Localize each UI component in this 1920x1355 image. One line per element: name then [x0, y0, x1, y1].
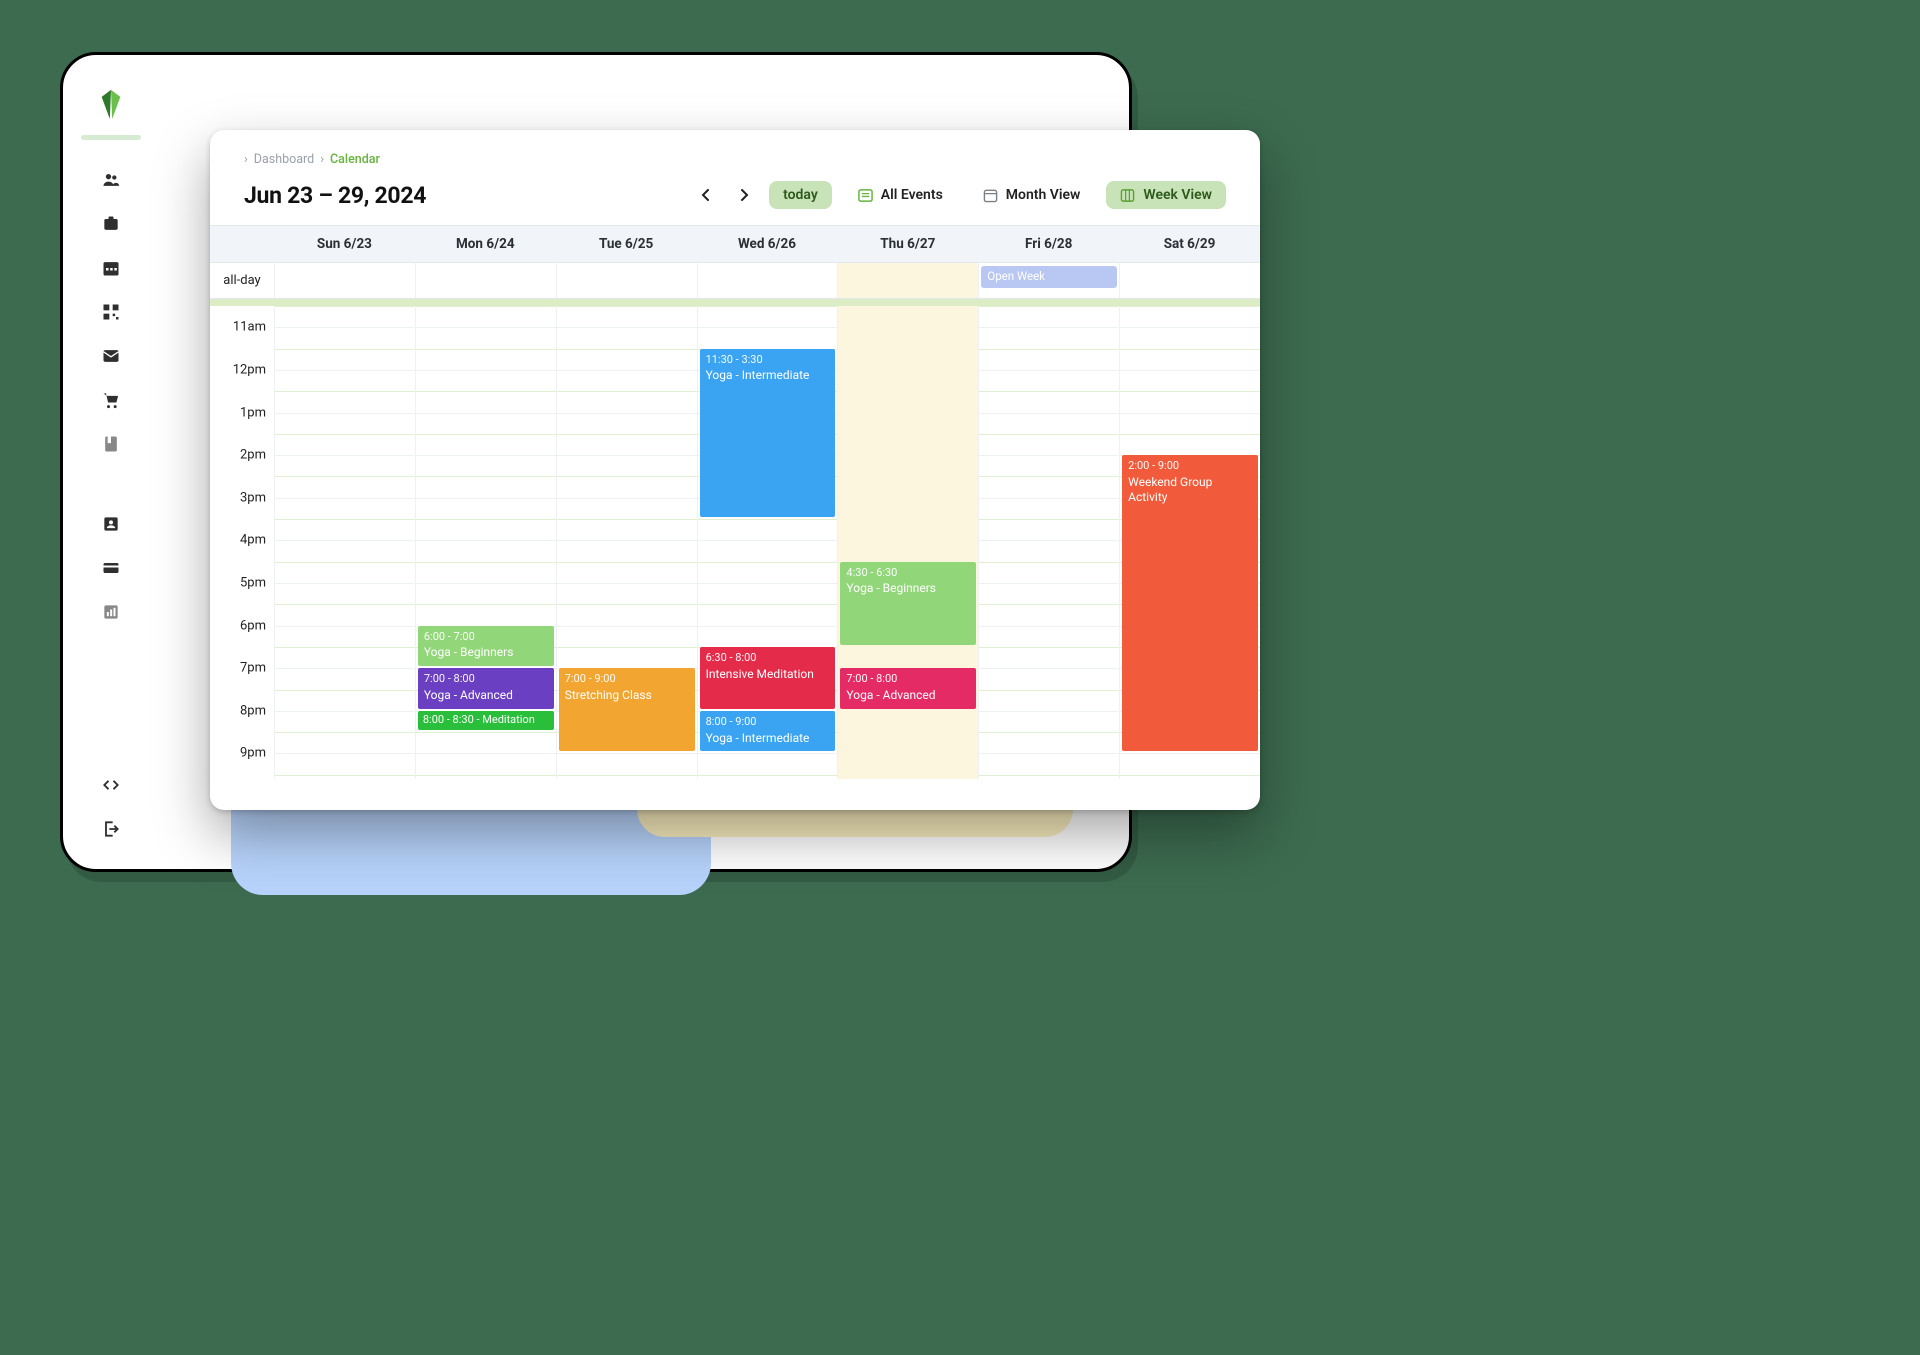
- hour-label: 8pm: [240, 703, 266, 718]
- all-day-cell[interactable]: [697, 263, 838, 298]
- calendar-event[interactable]: 7:00 - 8:00Yoga - Advanced: [418, 668, 554, 709]
- all-day-event[interactable]: Open Week: [981, 266, 1117, 288]
- day-columns: 6:00 - 7:00Yoga - Beginners7:00 - 8:00Yo…: [274, 306, 1260, 779]
- calendar-icon[interactable]: [101, 258, 121, 278]
- breadcrumb: › Dashboard › Calendar: [210, 152, 1260, 167]
- day-header-blank: [210, 226, 274, 262]
- week-icon: [1120, 188, 1135, 203]
- today-button[interactable]: today: [769, 181, 832, 209]
- code-icon[interactable]: [101, 775, 121, 795]
- calendar-event[interactable]: 6:00 - 7:00Yoga - Beginners: [418, 626, 554, 667]
- hour-label: 6pm: [240, 618, 266, 633]
- day-header: Mon 6/24: [415, 226, 556, 262]
- all-events-button[interactable]: All Events: [844, 181, 957, 209]
- calendar-event[interactable]: 7:00 - 8:00Yoga - Advanced: [840, 668, 976, 709]
- day-column[interactable]: 11:30 - 3:30Yoga - Intermediate 6:30 - 8:…: [697, 306, 838, 779]
- breadcrumb-root[interactable]: Dashboard: [254, 152, 314, 167]
- bookmark-icon[interactable]: [101, 434, 121, 454]
- time-grid[interactable]: 11am 12pm 1pm 2pm 3pm 4pm 5pm 6pm 7pm 8pm 9pm 6:00…: [210, 299, 1260, 779]
- hour-label: 9pm: [240, 746, 266, 761]
- day-column[interactable]: 2:00 - 9:00Weekend Group Activity: [1119, 306, 1260, 779]
- calendar-event[interactable]: 2:00 - 9:00Weekend Group Activity: [1122, 455, 1258, 751]
- hour-label: 1pm: [240, 405, 266, 420]
- card-icon[interactable]: [101, 558, 121, 578]
- week-view-button[interactable]: Week View: [1106, 181, 1226, 209]
- calendar-event[interactable]: 4:30 - 6:30Yoga - Beginners: [840, 562, 976, 645]
- date-range: Jun 23 – 29, 2024: [244, 182, 426, 209]
- calendar-controls: today All Events Month View Week View: [693, 181, 1226, 209]
- day-column[interactable]: 4:30 - 6:30Yoga - Beginners 7:00 - 8:00Yo…: [837, 306, 978, 779]
- month-view-label: Month View: [1006, 187, 1081, 203]
- person-box-icon[interactable]: [101, 514, 121, 534]
- people-icon[interactable]: [101, 170, 121, 190]
- day-header: Thu 6/27: [837, 226, 978, 262]
- day-header: Wed 6/26: [697, 226, 838, 262]
- all-day-cell[interactable]: [415, 263, 556, 298]
- all-day-label: all-day: [210, 263, 274, 298]
- badge-icon[interactable]: [101, 214, 121, 234]
- hour-labels: 11am 12pm 1pm 2pm 3pm 4pm 5pm 6pm 7pm 8pm 9pm: [210, 306, 274, 779]
- next-week-button[interactable]: [731, 182, 757, 208]
- chevron-right-icon: ›: [244, 152, 248, 167]
- calendar-panel: › Dashboard › Calendar Jun 23 – 29, 2024…: [210, 130, 1260, 810]
- chevron-right-icon: ›: [320, 152, 324, 167]
- app-logo: [97, 87, 125, 123]
- all-events-label: All Events: [881, 187, 943, 203]
- mail-icon[interactable]: [101, 346, 121, 366]
- all-day-cell[interactable]: [837, 263, 978, 298]
- logo-divider: [81, 135, 141, 140]
- calendar-icon: [983, 188, 998, 203]
- day-header: Sun 6/23: [274, 226, 415, 262]
- month-view-button[interactable]: Month View: [969, 181, 1095, 209]
- all-day-cell[interactable]: [556, 263, 697, 298]
- nav-mid: [101, 514, 121, 622]
- day-column[interactable]: [978, 306, 1119, 779]
- day-column[interactable]: 6:00 - 7:00Yoga - Beginners7:00 - 8:00Yo…: [415, 306, 556, 779]
- all-day-cell[interactable]: [274, 263, 415, 298]
- week-view-label: Week View: [1143, 187, 1212, 203]
- prev-week-button[interactable]: [693, 182, 719, 208]
- hour-label: 4pm: [240, 533, 266, 548]
- list-icon: [858, 188, 873, 203]
- hour-label: 3pm: [240, 490, 266, 505]
- stats-icon[interactable]: [101, 602, 121, 622]
- day-column[interactable]: [274, 306, 415, 779]
- hour-label: 7pm: [240, 661, 266, 676]
- day-header: Sat 6/29: [1119, 226, 1260, 262]
- nav-top: [101, 170, 121, 454]
- day-column[interactable]: 7:00 - 9:00Stretching Class: [556, 306, 697, 779]
- calendar-event[interactable]: 11:30 - 3:30Yoga - Intermediate: [700, 349, 836, 517]
- qr-icon[interactable]: [101, 302, 121, 322]
- calendar-event[interactable]: 8:00 - 8:30 - Meditation: [418, 711, 554, 730]
- calendar-header: Jun 23 – 29, 2024 today All Events Month…: [210, 167, 1260, 225]
- calendar-grid: Sun 6/23Mon 6/24Tue 6/25Wed 6/26Thu 6/27…: [210, 225, 1260, 779]
- calendar-event[interactable]: 8:00 - 9:00Yoga - Intermediate: [700, 711, 836, 752]
- all-day-cell[interactable]: [1119, 263, 1260, 298]
- all-day-cell[interactable]: Open Week: [978, 263, 1119, 298]
- logout-icon[interactable]: [101, 819, 121, 839]
- hour-label: 12pm: [233, 362, 266, 377]
- day-header: Tue 6/25: [556, 226, 697, 262]
- time-stripe: [210, 299, 1260, 306]
- cart-icon[interactable]: [101, 390, 121, 410]
- day-header-row: Sun 6/23Mon 6/24Tue 6/25Wed 6/26Thu 6/27…: [210, 225, 1260, 263]
- sidebar: [83, 75, 139, 849]
- hour-label: 2pm: [240, 448, 266, 463]
- all-day-row: all-day Open Week: [210, 263, 1260, 299]
- calendar-event[interactable]: 7:00 - 9:00Stretching Class: [559, 668, 695, 751]
- calendar-event[interactable]: 6:30 - 8:00Intensive Meditation: [700, 647, 836, 709]
- hour-label: 5pm: [240, 575, 266, 590]
- hour-label: 11am: [233, 320, 266, 335]
- breadcrumb-current[interactable]: Calendar: [330, 152, 380, 167]
- nav-bottom: [101, 775, 121, 839]
- day-header: Fri 6/28: [978, 226, 1119, 262]
